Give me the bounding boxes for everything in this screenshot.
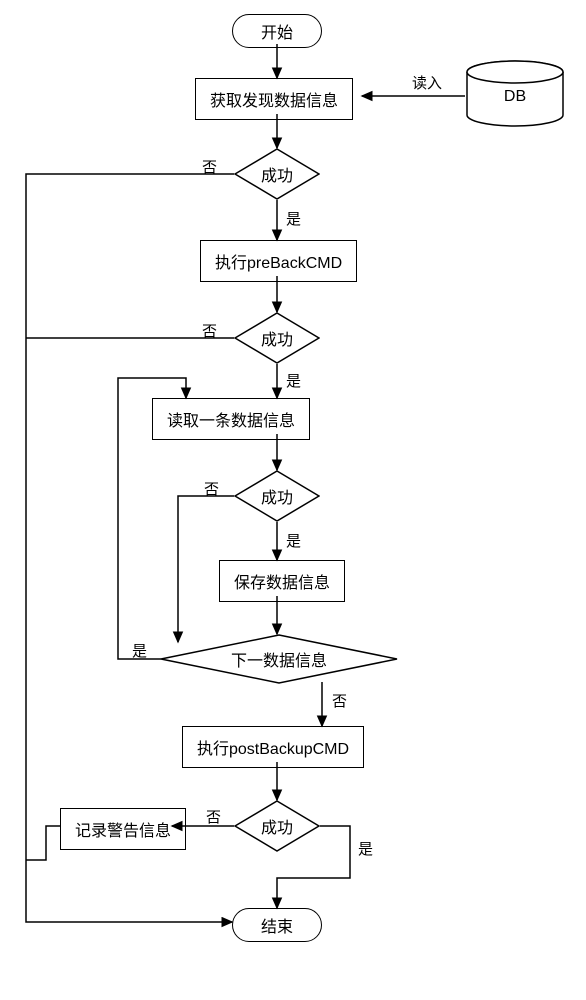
readone-process: 读取一条数据信息 (152, 398, 310, 440)
succ2-decision: 成功 (234, 312, 320, 364)
edge-label-readin: 读入 (412, 72, 442, 93)
readone-label: 读取一条数据信息 (167, 413, 295, 430)
db-database: DB (465, 60, 565, 128)
fetch-process: 获取发现数据信息 (195, 78, 353, 120)
warn-label: 记录警告信息 (75, 823, 171, 840)
save-label: 保存数据信息 (234, 575, 330, 592)
next-decision: 下一数据信息 (160, 634, 398, 684)
succ4-decision: 成功 (234, 800, 320, 852)
edge-label-succ3-yes: 是 (286, 530, 301, 551)
edge-label-succ2-no: 否 (202, 320, 217, 341)
postback-label: 执行postBackupCMD (197, 741, 349, 758)
save-process: 保存数据信息 (219, 560, 345, 602)
succ2-label: 成功 (261, 326, 293, 350)
preback-process: 执行preBackCMD (200, 240, 357, 282)
start-label: 开始 (261, 25, 293, 42)
succ1-label: 成功 (261, 162, 293, 186)
edge-label-succ4-yes: 是 (358, 838, 373, 859)
succ3-decision: 成功 (234, 470, 320, 522)
edge-label-succ3-no: 否 (204, 478, 219, 499)
succ3-label: 成功 (261, 484, 293, 508)
end-terminal: 结束 (232, 908, 322, 942)
start-terminal: 开始 (232, 14, 322, 48)
edge-label-succ1-yes: 是 (286, 208, 301, 229)
edge-label-succ1-no: 否 (202, 156, 217, 177)
warn-process: 记录警告信息 (60, 808, 186, 850)
end-label: 结束 (261, 919, 293, 936)
edge-label-next-yes: 是 (132, 640, 147, 661)
edge-label-succ4-no: 否 (206, 806, 221, 827)
fetch-label: 获取发现数据信息 (210, 93, 338, 110)
edge-label-next-no: 否 (332, 690, 347, 711)
succ4-label: 成功 (261, 814, 293, 838)
postback-process: 执行postBackupCMD (182, 726, 364, 768)
next-label: 下一数据信息 (231, 647, 327, 671)
succ1-decision: 成功 (234, 148, 320, 200)
preback-label: 执行preBackCMD (215, 255, 342, 272)
edge-label-succ2-yes: 是 (286, 370, 301, 391)
db-label: DB (504, 88, 526, 106)
